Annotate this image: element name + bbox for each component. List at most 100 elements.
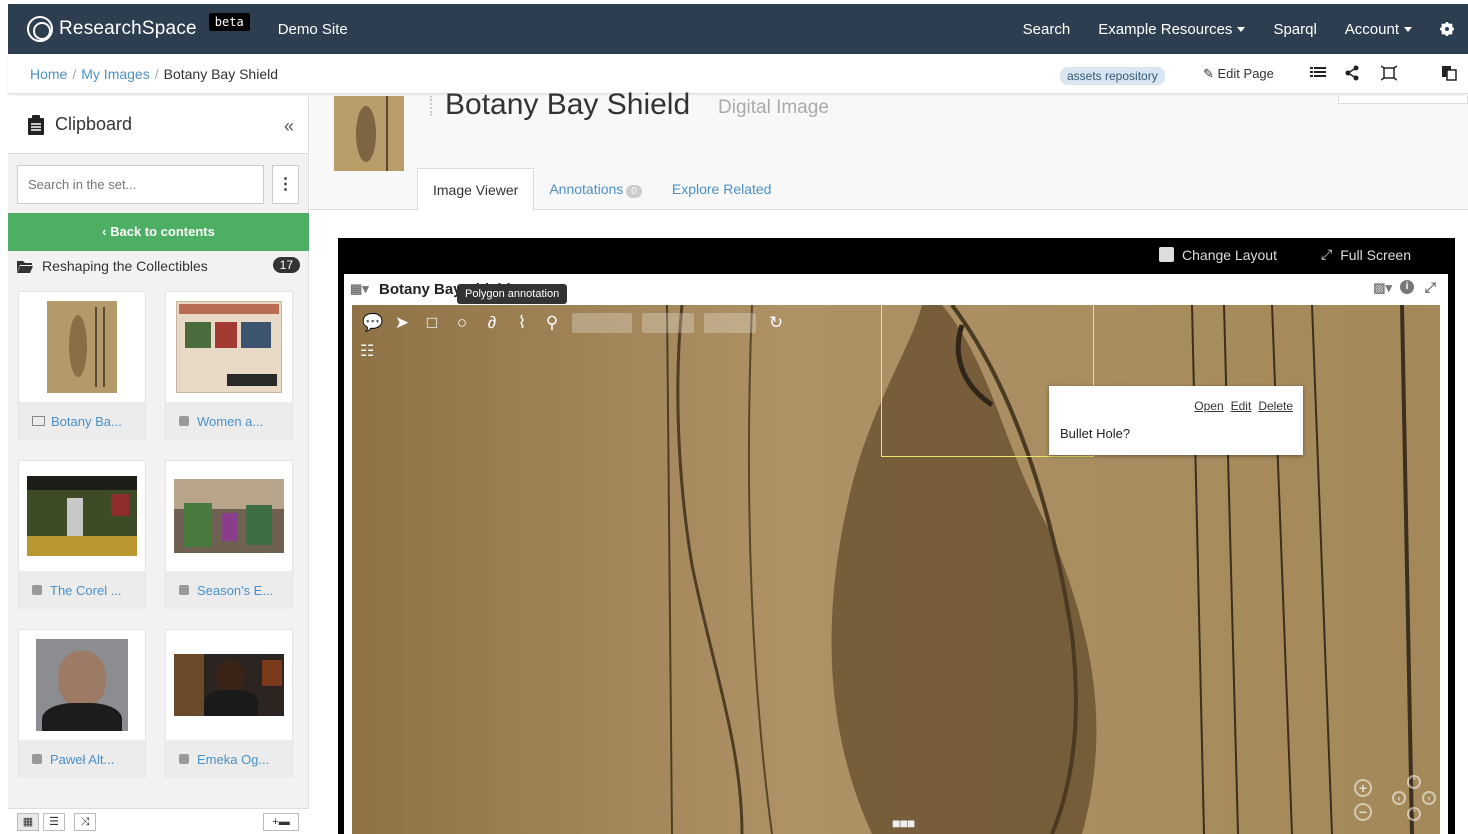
polygon-icon[interactable]: ⌇ — [512, 313, 532, 333]
list-icon[interactable] — [1310, 65, 1326, 81]
refresh-icon[interactable]: ↻ — [766, 313, 786, 333]
tab-annotations-label: Annotations — [549, 181, 624, 197]
set-count-badge: 17 — [272, 257, 300, 273]
nav-search[interactable]: Search — [1023, 21, 1071, 38]
resource-icon — [179, 585, 189, 595]
pin-icon[interactable]: ⚲ — [542, 313, 562, 333]
freehand-icon[interactable]: ∂ — [482, 313, 502, 333]
set-name: Reshaping the Collectibles — [42, 258, 208, 274]
pan-right-icon[interactable]: › — [1422, 791, 1436, 805]
item-label: The Corel ... — [19, 571, 145, 609]
item-thumbnail — [19, 461, 145, 571]
researchspace-logo[interactable]: ResearchSpace beta — [27, 13, 250, 42]
gear-icon[interactable] — [1440, 22, 1454, 36]
breadcrumb-home[interactable]: Home — [30, 66, 67, 82]
list-item[interactable]: Emeka Og... — [165, 629, 293, 778]
item-label: Paweł Alt... — [19, 740, 145, 778]
pencil-icon: ✎ — [1203, 66, 1218, 81]
grid-view-icon[interactable]: ▦ — [17, 813, 39, 831]
pan-left-icon[interactable]: ‹ — [1392, 791, 1406, 805]
item-label: Botany Ba... — [19, 402, 145, 440]
nav-example-resources-label: Example Resources — [1098, 20, 1233, 38]
fill-color-picker[interactable] — [704, 313, 756, 333]
tab-annotations[interactable]: Annotations 0 — [534, 168, 657, 211]
add-folder-icon[interactable]: +▬ — [263, 813, 299, 831]
annotations-count-badge: 0 — [626, 185, 642, 198]
share-graph-icon[interactable] — [1344, 65, 1360, 81]
edit-page-button[interactable]: ✎ Edit Page — [1203, 66, 1274, 82]
item-thumbnail — [19, 630, 145, 740]
delete-annotation-link[interactable]: Delete — [1258, 399, 1293, 413]
pan-up-icon[interactable]: ˆ — [1407, 775, 1421, 789]
site-link[interactable]: Demo Site — [278, 21, 348, 38]
image-options-icon[interactable]: ▨▾ — [1373, 280, 1392, 296]
settings-sliders-icon[interactable]: ☷ — [360, 341, 374, 361]
open-annotation-link[interactable]: Open — [1194, 399, 1223, 413]
set-header[interactable]: Reshaping the Collectibles 17 — [8, 251, 309, 281]
stroke-style-select[interactable] — [572, 313, 632, 333]
header-widget — [1338, 96, 1468, 104]
caret-down-icon — [1404, 27, 1412, 33]
zoom-out-icon[interactable]: − — [1354, 803, 1372, 821]
full-screen-button[interactable]: ⤢ Full Screen — [1321, 246, 1433, 263]
item-label-text: Paweł Alt... — [50, 751, 115, 767]
info-icon[interactable]: i — [1400, 280, 1414, 294]
item-label-text: Botany Ba... — [51, 413, 122, 429]
edit-page-label: Edit Page — [1217, 66, 1274, 81]
item-thumbnail — [19, 292, 145, 402]
list-item[interactable]: Botany Ba... — [18, 291, 146, 440]
collapse-sidebar-icon[interactable]: « — [284, 116, 294, 137]
change-layout-button[interactable]: Change Layout — [1159, 247, 1299, 263]
breadcrumb-my-images[interactable]: My Images — [81, 66, 149, 82]
list-item[interactable]: Season's E... — [165, 460, 293, 609]
tab-explore-related[interactable]: Explore Related — [657, 168, 787, 211]
maximize-icon[interactable]: ⤢ — [1425, 279, 1436, 296]
resource-icon — [32, 754, 42, 764]
list-item[interactable]: Women a... — [165, 291, 293, 440]
circle-icon[interactable]: ○ — [452, 313, 472, 333]
pan-down-icon[interactable]: ˇ — [1407, 807, 1421, 821]
nav-example-resources[interactable]: Example Resources — [1098, 20, 1246, 38]
edit-annotation-link[interactable]: Edit — [1231, 399, 1252, 413]
annotation-actions: Open Edit Delete — [1194, 399, 1293, 413]
clipboard-footer: ▦ ☰ ⤨ +▬ — [8, 808, 309, 834]
tab-image-viewer[interactable]: Image Viewer — [417, 168, 535, 211]
copy-icon[interactable] — [1441, 65, 1457, 81]
breadcrumb: Home / My Images / Botany Bay Shield — [30, 66, 278, 82]
main-nav: Search Example Resources Sparql Account — [1023, 4, 1468, 54]
more-handle-icon[interactable]: ■■■ — [892, 815, 915, 831]
breadcrumb-bar: Home / My Images / Botany Bay Shield assets … — [8, 54, 1468, 94]
set-options-button[interactable]: ⋮ — [272, 165, 299, 204]
rectangle-icon[interactable]: □ — [422, 313, 442, 333]
resource-header: Botany Bay Shield Digital Image Image Vi… — [310, 88, 1468, 211]
nav-account[interactable]: Account — [1345, 21, 1412, 38]
item-label-text: Women a... — [197, 413, 264, 429]
folder-open-icon — [17, 260, 33, 273]
shuffle-icon[interactable]: ⤨ — [74, 813, 96, 831]
list-item[interactable]: Paweł Alt... — [18, 629, 146, 778]
item-label-text: Season's E... — [197, 582, 274, 598]
fit-frame-icon[interactable] — [1381, 65, 1397, 81]
clipboard-title: Clipboard — [55, 114, 133, 134]
image-canvas[interactable]: 💬 ➤ □ ○ ∂ ⌇ ⚲ ↻ ☷ Open Edit Delete Bulle… — [352, 305, 1440, 834]
item-thumbnail — [166, 461, 292, 571]
image-viewer: Change Layout ⤢ Full Screen ▦▾ Botany Bay… — [338, 238, 1455, 834]
resource-thumbnail — [334, 96, 404, 171]
breadcrumb-current: Botany Bay Shield — [163, 65, 279, 82]
back-to-contents-button[interactable]: ‹ Back to contents — [8, 213, 309, 251]
item-label: Women a... — [166, 402, 292, 440]
stroke-color-picker[interactable] — [642, 313, 694, 333]
annotation-popup: Open Edit Delete Bullet Hole? — [1049, 386, 1303, 455]
nav-sparql[interactable]: Sparql — [1273, 21, 1316, 38]
chevron-left-icon: ‹ — [102, 224, 111, 239]
zoom-in-icon[interactable]: + — [1354, 779, 1372, 797]
caret-down-icon — [1237, 27, 1246, 33]
clipboard-sidebar: Clipboard « ⋮ ‹ Back to contents Reshapi… — [8, 96, 309, 834]
comments-icon[interactable]: 💬 — [362, 313, 383, 333]
expand-icon: ⤢ — [1320, 246, 1333, 262]
list-item[interactable]: The Corel ... — [18, 460, 146, 609]
set-search-input[interactable] — [17, 165, 264, 204]
list-view-icon[interactable]: ☰ — [43, 813, 65, 831]
window-menu-icon[interactable]: ▦▾ — [350, 281, 369, 297]
pointer-icon[interactable]: ➤ — [392, 313, 412, 333]
